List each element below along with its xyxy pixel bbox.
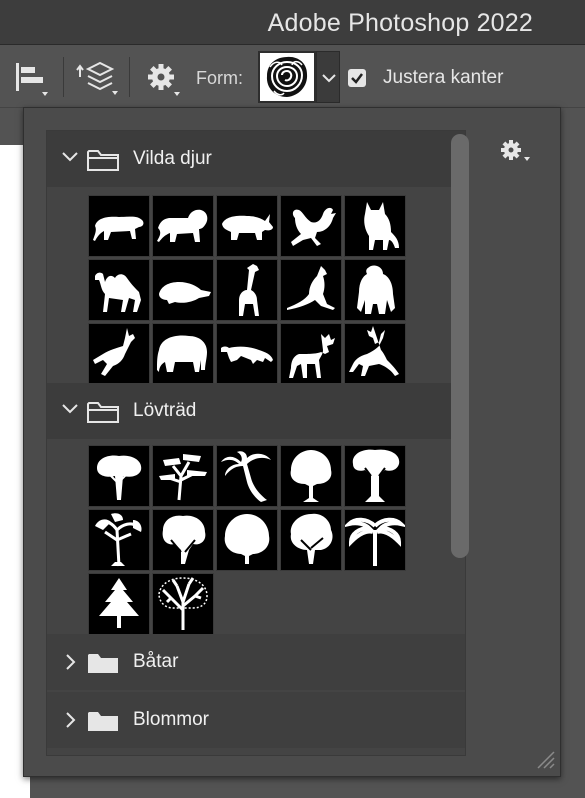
group-header-blommor[interactable]: Blommor	[47, 692, 465, 748]
chevron-right-icon[interactable]	[65, 653, 77, 671]
shape-thumb-rhino[interactable]	[217, 196, 277, 256]
check-icon	[351, 73, 363, 84]
group-name: Lövträd	[133, 400, 197, 421]
shape-thumb-tree-5[interactable]	[153, 510, 213, 570]
shape-thumb-gorilla[interactable]	[345, 260, 405, 320]
shape-thumb-tree-1[interactable]	[89, 446, 149, 506]
shape-thumb-palm-tree[interactable]	[217, 446, 277, 506]
shape-thumb-monkey[interactable]	[281, 196, 341, 256]
shape-preview[interactable]	[258, 51, 316, 103]
shape-thumb-tree-7[interactable]	[281, 510, 341, 570]
shape-thumb-tree-2[interactable]	[153, 446, 213, 506]
shape-thumb-elephant[interactable]	[153, 324, 213, 384]
shape-list[interactable]: Vilda djur Lövträd Båtar Blommor	[46, 130, 466, 756]
group-name: Blommor	[133, 709, 210, 730]
arrange-layers-icon[interactable]	[76, 59, 118, 97]
shape-dropdown-button[interactable]	[316, 51, 340, 103]
shape-thumb-fir-tree[interactable]	[89, 574, 149, 634]
shape-thumb-bare-tree[interactable]	[153, 574, 213, 634]
form-label: Form:	[196, 68, 243, 88]
gear-icon[interactable]	[146, 63, 184, 97]
separator	[63, 57, 64, 97]
gear-icon[interactable]	[499, 138, 535, 164]
folder-icon	[87, 402, 119, 423]
shape-thumb-palm-tree-2[interactable]	[345, 510, 405, 570]
shape-thumb-baobab[interactable]	[345, 446, 405, 506]
align-edges-icon[interactable]	[14, 63, 50, 97]
shape-thumb-deer[interactable]	[345, 324, 405, 384]
shape-thumb-lion[interactable]	[153, 196, 213, 256]
align-edges-checkbox[interactable]	[348, 69, 366, 87]
shape-thumb-camel[interactable]	[89, 260, 149, 320]
rose-icon	[260, 53, 314, 101]
folder-icon	[87, 150, 119, 171]
resize-handle-icon[interactable]	[534, 748, 556, 770]
group-name: Båtar	[133, 651, 179, 672]
shape-thumb-giraffe[interactable]	[217, 260, 277, 320]
shape-thumb-tiger[interactable]	[89, 196, 149, 256]
group-name: Vilda djur	[133, 148, 212, 169]
shape-thumb-cheetah[interactable]	[217, 324, 277, 384]
group-header-vilda-djur[interactable]: Vilda djur	[47, 131, 465, 187]
shape-thumb-moose[interactable]	[281, 324, 341, 384]
window-title: Adobe Photoshop 2022	[267, 9, 533, 37]
folder-icon	[88, 654, 118, 673]
scrollbar-thumb[interactable]	[451, 134, 469, 558]
title-bar: Adobe Photoshop 2022	[0, 0, 585, 45]
shape-thumb-tree-6[interactable]	[217, 510, 277, 570]
group-header-lovtrad[interactable]: Lövträd	[47, 383, 465, 439]
chevron-down-icon[interactable]	[61, 151, 79, 163]
shape-picker-popup: Vilda djur Lövträd Båtar Blommor	[23, 107, 561, 777]
folder-icon	[88, 712, 118, 731]
shape-thumb-beaver[interactable]	[153, 260, 213, 320]
shape-thumb-fox[interactable]	[345, 196, 405, 256]
options-bar: Form: Justera kanter	[0, 45, 585, 108]
group-header-batar[interactable]: Båtar	[47, 634, 465, 690]
align-edges-label: Justera kanter	[383, 67, 504, 88]
shape-thumb-gazelle[interactable]	[89, 324, 149, 384]
shape-thumb-tree-3[interactable]	[281, 446, 341, 506]
separator	[129, 57, 130, 97]
chevron-right-icon[interactable]	[65, 711, 77, 729]
chevron-down-icon[interactable]	[61, 403, 79, 415]
shape-thumb-tree-4[interactable]	[89, 510, 149, 570]
shape-thumb-kangaroo[interactable]	[281, 260, 341, 320]
chevron-down-icon	[322, 74, 336, 83]
